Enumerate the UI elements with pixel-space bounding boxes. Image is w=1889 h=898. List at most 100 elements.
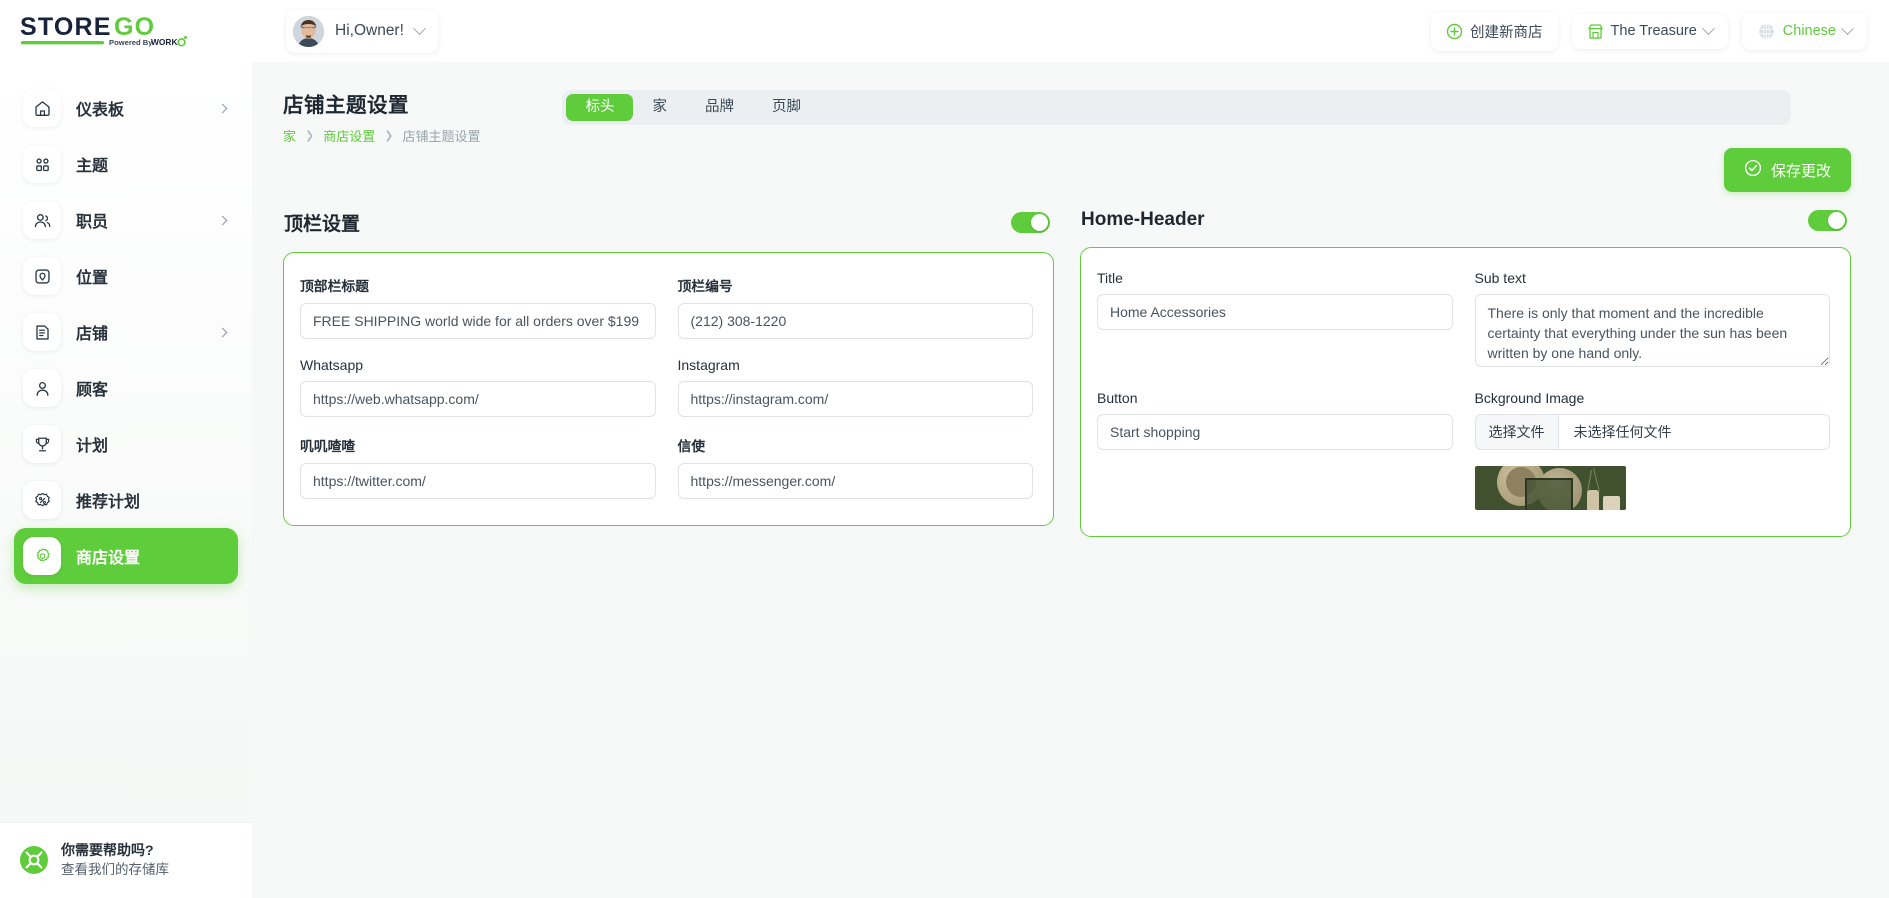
help-title: 你需要帮助吗? bbox=[61, 841, 154, 858]
sidebar-item-staff[interactable]: 职员 bbox=[14, 192, 238, 248]
storego-logo-icon: STORE GO Powered By WORK bbox=[20, 13, 187, 47]
page-title: 店铺主题设置 bbox=[283, 94, 409, 117]
topbar-settings-header: 顶栏设置 bbox=[283, 209, 1054, 236]
svg-text:GO: GO bbox=[114, 13, 155, 41]
topbar-settings-title: 顶栏设置 bbox=[284, 214, 361, 235]
tab-home[interactable]: 家 bbox=[633, 94, 686, 121]
home-header-card: Title Sub text Button Bckground Image bbox=[1080, 247, 1851, 537]
globe-icon bbox=[1757, 22, 1776, 41]
topbar-settings-fields: 顶部栏标题 顶栏编号 Whatsapp Instagram bbox=[300, 275, 1033, 499]
home-header-fields: Title Sub text Button Bckground Image bbox=[1097, 270, 1830, 510]
tab-brand[interactable]: 品牌 bbox=[686, 94, 753, 121]
chevron-right-icon bbox=[217, 215, 228, 225]
topbar-settings-panel: 顶栏设置 顶部栏标题 顶栏编号 Whatsapp bbox=[283, 209, 1054, 537]
save-changes-button[interactable]: 保存更改 bbox=[1723, 148, 1851, 192]
help-subtitle: 查看我们的存储库 bbox=[61, 861, 169, 877]
field-topbar-number: 顶栏编号 bbox=[677, 275, 1033, 339]
whatsapp-input[interactable] bbox=[300, 381, 656, 417]
sidebar-item-label: 顾客 bbox=[76, 382, 109, 399]
sidebar-item-customer[interactable]: 顾客 bbox=[14, 360, 238, 416]
background-image-file-input[interactable]: 选择文件 未选择任何文件 bbox=[1474, 414, 1830, 450]
sidebar-item-dashboard[interactable]: 仪表板 bbox=[14, 80, 238, 136]
user-menu[interactable]: Hi,Owner! bbox=[286, 9, 438, 53]
user-icon bbox=[23, 369, 61, 407]
breadcrumb-item-home[interactable]: 家 bbox=[283, 126, 296, 145]
choose-file-button[interactable]: 选择文件 bbox=[1475, 415, 1559, 449]
background-image-preview bbox=[1474, 466, 1626, 510]
messenger-input[interactable] bbox=[677, 463, 1033, 499]
avatar bbox=[293, 15, 324, 47]
settings-panels: 顶栏设置 顶部栏标题 顶栏编号 Whatsapp bbox=[252, 192, 1889, 537]
top-bar-actions: 创建新商店 The Treasure Chinese bbox=[1431, 11, 1889, 51]
field-label: 顶栏编号 bbox=[677, 279, 733, 294]
home-title-input[interactable] bbox=[1097, 294, 1453, 330]
home-header-panel: Home-Header Title Sub text Button bbox=[1080, 209, 1851, 537]
chevron-right-icon bbox=[217, 103, 228, 113]
instagram-input[interactable] bbox=[677, 381, 1033, 417]
topbar-settings-toggle[interactable] bbox=[1011, 212, 1050, 233]
field-topbar-title: 顶部栏标题 bbox=[300, 275, 656, 339]
home-icon bbox=[23, 89, 61, 127]
home-header-toggle[interactable] bbox=[1808, 209, 1847, 231]
field-instagram: Instagram bbox=[677, 357, 1033, 417]
home-subtext-textarea[interactable] bbox=[1474, 294, 1830, 367]
sidebar-item-referral-plan[interactable]: 推荐计划 bbox=[14, 472, 238, 528]
sidebar-item-label: 位置 bbox=[76, 270, 109, 287]
main-content: 店铺主题设置 家 ❯ 商店设置 ❯ 店铺主题设置 标头 家 品牌 页脚 保存更改… bbox=[252, 62, 1889, 898]
percent-badge-icon bbox=[23, 481, 61, 519]
sidebar-item-label: 仪表板 bbox=[76, 102, 125, 119]
svg-text:Powered By: Powered By bbox=[109, 38, 153, 47]
location-icon bbox=[23, 257, 61, 295]
breadcrumb-item-store-settings[interactable]: 商店设置 bbox=[323, 126, 375, 145]
home-button-input[interactable] bbox=[1097, 414, 1453, 450]
store-selector-label: The Treasure bbox=[1610, 23, 1697, 39]
sidebar-item-label: 推荐计划 bbox=[76, 494, 141, 511]
field-label: 顶部栏标题 bbox=[300, 279, 369, 294]
field-whatsapp: Whatsapp bbox=[300, 357, 656, 417]
field-twitter: 叽叽喳喳 bbox=[300, 435, 656, 499]
store-icon bbox=[23, 313, 61, 351]
sidebar-item-store-settings[interactable]: 商店设置 bbox=[14, 528, 238, 584]
tab-footer[interactable]: 页脚 bbox=[753, 94, 820, 121]
sidebar-item-label: 主题 bbox=[76, 158, 109, 175]
grid-icon bbox=[23, 145, 61, 183]
breadcrumb-item-current: 店铺主题设置 bbox=[402, 129, 481, 144]
help-text: 你需要帮助吗? 查看我们的存储库 bbox=[61, 840, 169, 880]
page-title-block: 店铺主题设置 家 ❯ 商店设置 ❯ 店铺主题设置 bbox=[283, 88, 480, 145]
svg-text:WORK: WORK bbox=[151, 37, 178, 47]
save-changes-label: 保存更改 bbox=[1770, 162, 1831, 180]
sidebar-item-location[interactable]: 位置 bbox=[14, 248, 238, 304]
sidebar-item-shop[interactable]: 店铺 bbox=[14, 304, 238, 360]
chevron-down-icon bbox=[1841, 21, 1854, 35]
store-selector-button[interactable]: The Treasure bbox=[1571, 13, 1728, 49]
language-selector-button[interactable]: Chinese bbox=[1741, 12, 1867, 50]
topbar-title-input[interactable] bbox=[300, 303, 656, 339]
field-home-title: Title bbox=[1097, 270, 1453, 372]
field-label: Bckground Image bbox=[1474, 390, 1585, 406]
file-status-label: 未选择任何文件 bbox=[1573, 424, 1672, 440]
tab-header[interactable]: 标头 bbox=[566, 94, 634, 121]
field-label: Title bbox=[1097, 270, 1123, 286]
sidebar-item-theme[interactable]: 主题 bbox=[14, 136, 238, 192]
field-label: 信使 bbox=[677, 439, 706, 454]
svg-text:STORE: STORE bbox=[20, 13, 112, 41]
chevron-right-icon bbox=[217, 327, 228, 337]
field-label: Whatsapp bbox=[300, 357, 364, 373]
trophy-icon bbox=[23, 425, 61, 463]
create-store-button[interactable]: 创建新商店 bbox=[1431, 11, 1558, 51]
page-header: 店铺主题设置 家 ❯ 商店设置 ❯ 店铺主题设置 标头 家 品牌 页脚 bbox=[252, 62, 1889, 144]
lifebuoy-icon bbox=[20, 845, 48, 874]
home-header-title: Home-Header bbox=[1081, 209, 1205, 230]
create-store-label: 创建新商店 bbox=[1470, 24, 1543, 41]
help-panel[interactable]: 你需要帮助吗? 查看我们的存储库 bbox=[0, 822, 252, 898]
topbar-settings-card: 顶部栏标题 顶栏编号 Whatsapp Instagram bbox=[283, 252, 1054, 526]
top-bar: STORE GO Powered By WORK Hi,Owner! 创建新商店… bbox=[0, 0, 1889, 62]
twitter-input[interactable] bbox=[300, 463, 656, 499]
app-logo[interactable]: STORE GO Powered By WORK bbox=[0, 0, 252, 62]
breadcrumb-separator-icon: ❯ bbox=[384, 130, 394, 142]
chevron-down-icon bbox=[1701, 21, 1715, 35]
sidebar-item-plan[interactable]: 计划 bbox=[14, 416, 238, 472]
topbar-number-input[interactable] bbox=[677, 303, 1033, 339]
sidebar-nav: 仪表板 主题 职员 位置 店铺 顾客 计划 推荐计划 商店设置 bbox=[0, 62, 252, 814]
users-icon bbox=[23, 201, 61, 239]
